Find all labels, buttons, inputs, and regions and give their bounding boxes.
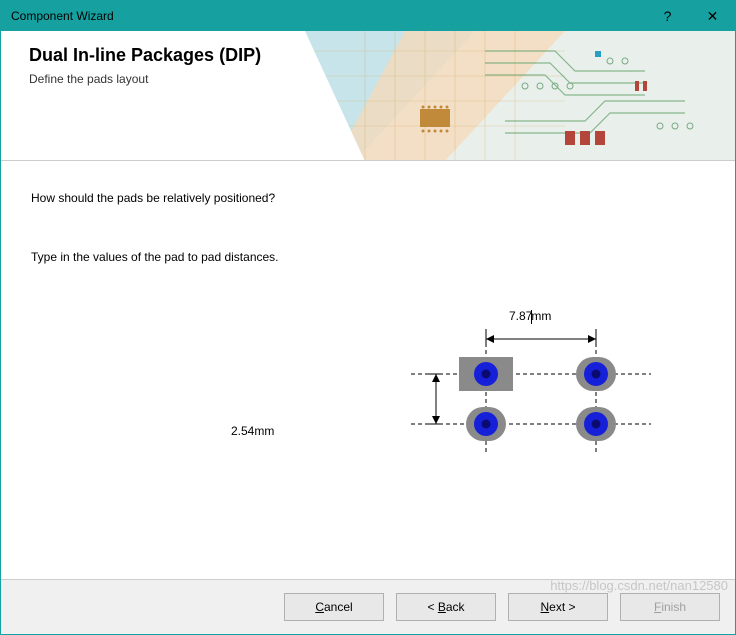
close-icon: ✕ (707, 8, 719, 25)
window-title: Component Wizard (11, 9, 645, 23)
header-text: Dual In-line Packages (DIP) Define the p… (29, 45, 261, 86)
help-icon: ? (664, 8, 672, 24)
help-button[interactable]: ? (645, 1, 690, 31)
pad-diagram-area: 7.87mm 2.54mm (31, 294, 705, 494)
back-button[interactable]: < Back (396, 593, 496, 621)
wizard-content: How should the pads be relatively positi… (1, 161, 735, 579)
header-pcb-graphic (305, 31, 735, 161)
pad-layout-diagram (401, 304, 661, 484)
cancel-button[interactable]: Cancel (284, 593, 384, 621)
wizard-button-row: Cancel < Back Next > Finish (1, 579, 735, 634)
page-title: Dual In-line Packages (DIP) (29, 45, 261, 66)
page-subtitle: Define the pads layout (29, 72, 261, 86)
next-button[interactable]: Next > (508, 593, 608, 621)
finish-button: Finish (620, 593, 720, 621)
titlebar: Component Wizard ? ✕ (1, 1, 735, 31)
instruction-distances: Type in the values of the pad to pad dis… (31, 250, 705, 264)
close-button[interactable]: ✕ (690, 1, 735, 31)
question-positioning: How should the pads be relatively positi… (31, 191, 705, 205)
wizard-window: Component Wizard ? ✕ Dual In-line Packag… (0, 0, 736, 635)
vertical-distance-input[interactable]: 2.54mm (231, 424, 274, 438)
wizard-header: Dual In-line Packages (DIP) Define the p… (1, 31, 735, 161)
